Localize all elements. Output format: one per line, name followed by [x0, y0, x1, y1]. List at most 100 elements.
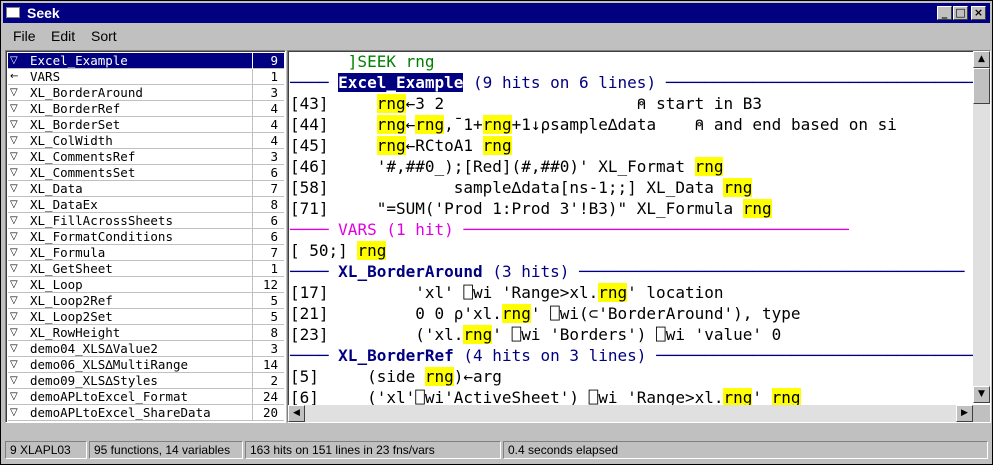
status-hits: 163 hits on 151 lines in 23 fns/vars — [245, 441, 501, 459]
function-triangle-icon: ▽ — [10, 407, 18, 418]
list-item[interactable]: ▽ XL_Loop2Set 5 — [8, 309, 284, 325]
list-item[interactable]: ▽ XL_Formula 7 — [8, 245, 284, 261]
list-item[interactable]: ▽ Excel_Example 9 — [8, 53, 284, 69]
list-item-name: XL_FillAcrossSheets — [30, 213, 173, 228]
separator-rule: ──────────────────────────────────────── — [569, 262, 965, 281]
function-triangle-icon: ▽ — [10, 151, 18, 162]
section-header: ──── Excel_Example (9 hits on 6 lines) ─… — [290, 72, 990, 93]
list-item-count: 20 — [262, 405, 278, 420]
list-item-count: 2 — [270, 373, 278, 388]
separator-rule: ──────────────────────────────────────── — [665, 73, 990, 92]
search-hit: rng — [742, 199, 772, 218]
close-button[interactable]: × — [971, 6, 986, 20]
menu-sort[interactable]: Sort — [91, 28, 117, 44]
list-item[interactable]: ▽ XL_CommentsRef 3 — [8, 149, 284, 165]
list-item-name: XL_Formula — [30, 245, 106, 260]
function-triangle-icon: ▽ — [10, 359, 18, 370]
list-item-count: 4 — [270, 133, 278, 148]
function-triangle-icon: ▽ — [10, 375, 18, 386]
column-divider — [252, 53, 253, 69]
menu-edit[interactable]: Edit — [51, 28, 75, 44]
code-line: [43] rng←3 2 ⍝ start in B3 — [290, 93, 762, 114]
list-item-name: XL_Loop — [30, 277, 83, 292]
title-bar[interactable]: Seek _ □ × — [3, 3, 990, 23]
search-hit: rng — [376, 94, 406, 113]
section-header: ──── XL_BorderAround (3 hits) ──────────… — [290, 261, 964, 282]
window-title: Seek — [27, 5, 60, 21]
search-hit: rng — [415, 115, 445, 134]
function-list[interactable]: ▽ Excel_Example 9 ← VARS 1 ▽ XL_BorderAround 3 ▽ X… — [5, 50, 286, 423]
list-item[interactable]: ▽ XL_RowHeight 8 — [8, 325, 284, 341]
section-name[interactable]: XL_BorderRef — [338, 346, 454, 365]
list-item-name: VARS — [30, 69, 61, 84]
list-item-name: XL_FormatConditions — [30, 229, 173, 244]
list-item-name: XL_Data — [30, 181, 83, 196]
window-icon[interactable] — [6, 7, 20, 18]
list-item-name: Excel_Example — [30, 53, 128, 68]
separator-rule: ──── — [290, 262, 339, 281]
results-pane[interactable]: ]SEEK rng ──── Excel_Example (9 hits on 6… — [287, 50, 991, 423]
list-item-name: demoAPLtoExcel_Format — [30, 389, 189, 404]
list-item[interactable]: ▽ demo09_XLS∆Styles 2 — [8, 373, 284, 389]
vertical-scrollbar[interactable]: ▲ ▼ — [973, 51, 990, 403]
section-name[interactable]: VARS — [338, 220, 377, 239]
column-divider — [252, 149, 253, 165]
vertical-scroll-thumb[interactable] — [973, 68, 990, 104]
horizontal-scrollbar[interactable]: ◀ ▶ — [288, 405, 973, 422]
menu-file[interactable]: File — [13, 28, 36, 44]
list-item[interactable]: ▽ XL_BorderAround 3 — [8, 85, 284, 101]
list-item-count: 5 — [270, 293, 278, 308]
list-item[interactable]: ▽ XL_FillAcrossSheets 6 — [8, 213, 284, 229]
list-item[interactable]: ▽ XL_Loop 12 — [8, 277, 284, 293]
separator-gap — [377, 220, 387, 239]
column-divider — [252, 325, 253, 341]
code-line: [5] (side rng)←arg — [290, 366, 502, 387]
list-item[interactable]: ▽ XL_BorderSet 4 — [8, 117, 284, 133]
list-item-name: XL_Loop2Set — [30, 309, 113, 324]
scroll-down-button[interactable]: ▼ — [973, 386, 990, 403]
list-item[interactable]: ▽ demoAPLtoExcel_ShareData 20 — [8, 405, 284, 421]
scroll-right-button[interactable]: ▶ — [956, 405, 973, 422]
list-item[interactable]: ▽ demo04_XLS∆Value2 3 — [8, 341, 284, 357]
list-item[interactable]: ▽ XL_Loop2Ref 5 — [8, 293, 284, 309]
section-name[interactable]: XL_BorderAround — [338, 262, 483, 281]
list-item-name: XL_BorderRef — [30, 101, 121, 116]
list-item[interactable]: ▽ demoAPLtoExcel_Format 24 — [8, 389, 284, 405]
code-text: ' ⎕wi 'Borders') ⎕wi 'value' 0 — [492, 325, 782, 344]
function-triangle-icon: ▽ — [10, 279, 18, 290]
scroll-up-button[interactable]: ▲ — [973, 51, 990, 68]
list-item[interactable]: ▽ XL_FormatConditions 6 — [8, 229, 284, 245]
function-triangle-icon: ▽ — [10, 87, 18, 98]
search-hit: rng — [376, 115, 406, 134]
list-item-name: XL_CommentsSet — [30, 165, 136, 180]
list-item-count: 7 — [270, 245, 278, 260]
list-item[interactable]: ▽ XL_CommentsSet 6 — [8, 165, 284, 181]
code-line: [44] rng←rng,¯1+rng+1↓⍴sample∆data ⍝ and… — [290, 114, 897, 135]
list-item[interactable]: ▽ XL_ColWidth 4 — [8, 133, 284, 149]
list-item[interactable]: ▽ XL_GetSheet 1 — [8, 261, 284, 277]
list-item-name: XL_Loop2Ref — [30, 293, 113, 308]
list-item[interactable]: ▽ XL_BorderRef 4 — [8, 101, 284, 117]
status-bar: 9 XLAPL03 95 functions, 14 variables 163… — [3, 439, 990, 461]
list-item-count: 3 — [270, 149, 278, 164]
list-item[interactable]: ▽ demo06_XLS∆MultiRange 14 — [8, 357, 284, 373]
code-text: [43] — [290, 94, 377, 113]
list-item-name: XL_DataEx — [30, 197, 98, 212]
code-text: [17] 'xl' ⎕wi 'Range>xl. — [290, 283, 599, 302]
search-hit: rng — [482, 136, 512, 155]
code-line: [46] '#,##0_);[Red](#,##0)' XL_Format rn… — [290, 156, 724, 177]
function-triangle-icon: ▽ — [10, 103, 18, 114]
list-item-name: demoAPLtoExcel_ShareData — [30, 405, 211, 420]
column-divider — [252, 197, 253, 213]
list-item[interactable]: ← VARS 1 — [8, 69, 284, 85]
minimize-button[interactable]: _ — [937, 6, 952, 20]
list-item[interactable]: ▽ XL_DataEx 8 — [8, 197, 284, 213]
separator-gap — [454, 346, 464, 365]
section-name[interactable]: Excel_Example — [338, 73, 464, 92]
scroll-left-button[interactable]: ◀ — [288, 405, 305, 422]
column-divider — [252, 245, 253, 261]
code-line: [17] 'xl' ⎕wi 'Range>xl.rng' location — [290, 282, 723, 303]
section-header: ──── XL_BorderRef (4 hits on 3 lines) ──… — [290, 345, 990, 366]
maximize-button[interactable]: □ — [953, 6, 968, 20]
list-item[interactable]: ▽ XL_Data 7 — [8, 181, 284, 197]
